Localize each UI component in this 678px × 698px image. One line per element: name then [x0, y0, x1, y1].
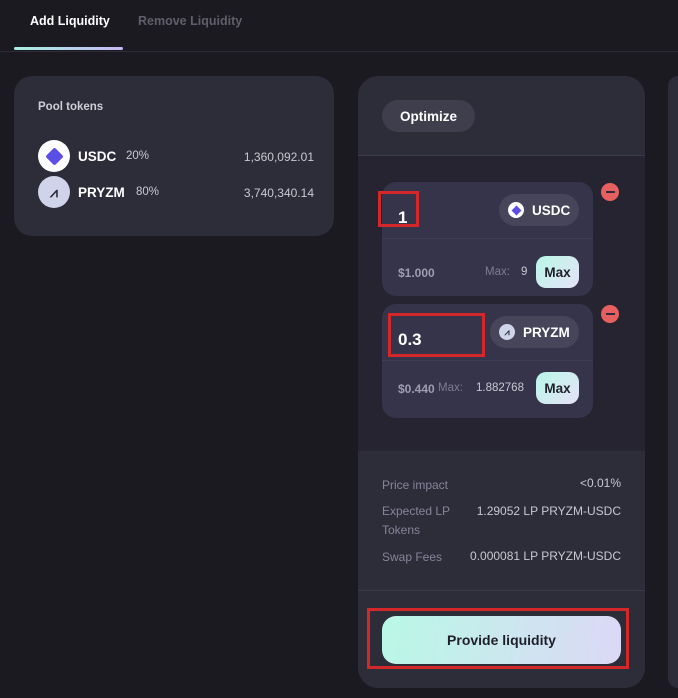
pryzm-max-button[interactable]: Max: [536, 372, 579, 404]
side-card-edge: [668, 76, 678, 688]
max-label: Max:: [485, 266, 510, 278]
token-select-label: USDC: [532, 202, 571, 218]
expected-lp-value: 1.29052 LP PRYZM-USDC: [476, 504, 621, 518]
price-impact-value: <0.01%: [579, 476, 621, 490]
token-select-label: PRYZM: [523, 324, 570, 340]
token-amount: 3,740,340.14: [243, 186, 314, 200]
usdc-max-button[interactable]: Max: [536, 256, 579, 288]
token-amount: 1,360,092.01: [243, 150, 314, 164]
highlight-box: [378, 191, 419, 227]
max-value: 1.882768: [476, 382, 524, 394]
active-tab-indicator: [14, 47, 123, 50]
divider: [382, 238, 593, 239]
token-weight: 20%: [126, 150, 150, 162]
divider: [358, 590, 645, 591]
minus-icon: [605, 313, 615, 315]
pryzm-icon: ⩘: [499, 324, 515, 340]
pryzm-token-select[interactable]: ⩘ PRYZM: [490, 316, 579, 348]
token-symbol: PRYZM: [78, 185, 125, 200]
token-symbol: USDC: [78, 149, 117, 164]
remove-usdc-button[interactable]: [601, 183, 619, 201]
max-value: 9: [521, 266, 528, 278]
pool-token-row-pryzm: ⩘ PRYZM 80% 3,740,340.14: [38, 176, 314, 208]
swap-fees-value: 0.000081 LP PRYZM-USDC: [470, 549, 621, 563]
minus-icon: [605, 191, 615, 193]
usdc-icon: [508, 202, 524, 218]
pool-tokens-title: Pool tokens: [38, 101, 104, 113]
pool-tokens-card: Pool tokens USDC 20% 1,360,092.01 ⩘ PRYZ…: [14, 76, 334, 236]
tab-bar: Add Liquidity Remove Liquidity: [0, 0, 678, 52]
optimize-button[interactable]: Optimize: [382, 100, 475, 132]
highlight-box: [388, 313, 485, 357]
remove-pryzm-button[interactable]: [601, 305, 619, 323]
divider: [382, 360, 593, 361]
pool-token-row-usdc: USDC 20% 1,360,092.01: [38, 140, 314, 172]
token-weight: 80%: [136, 186, 160, 198]
pryzm-icon: ⩘: [38, 176, 70, 208]
price-impact-label: Price impact: [382, 478, 449, 492]
usdc-price: $1.000: [398, 266, 435, 280]
tab-add-liquidity[interactable]: Add Liquidity: [30, 14, 110, 28]
pryzm-price: $0.440: [398, 382, 435, 396]
max-label: Max:: [438, 382, 463, 394]
usdc-icon: [38, 140, 70, 172]
swap-fees-label: Swap Fees: [382, 550, 443, 564]
tab-remove-liquidity[interactable]: Remove Liquidity: [138, 14, 242, 28]
expected-lp-label: Expected LP Tokens: [382, 504, 450, 537]
usdc-token-select[interactable]: USDC: [499, 194, 579, 226]
add-liquidity-card: Optimize 1 USDC $1.000 Max: 9 Max 0.3 ⩘ …: [358, 76, 645, 688]
highlight-box: [367, 608, 629, 669]
